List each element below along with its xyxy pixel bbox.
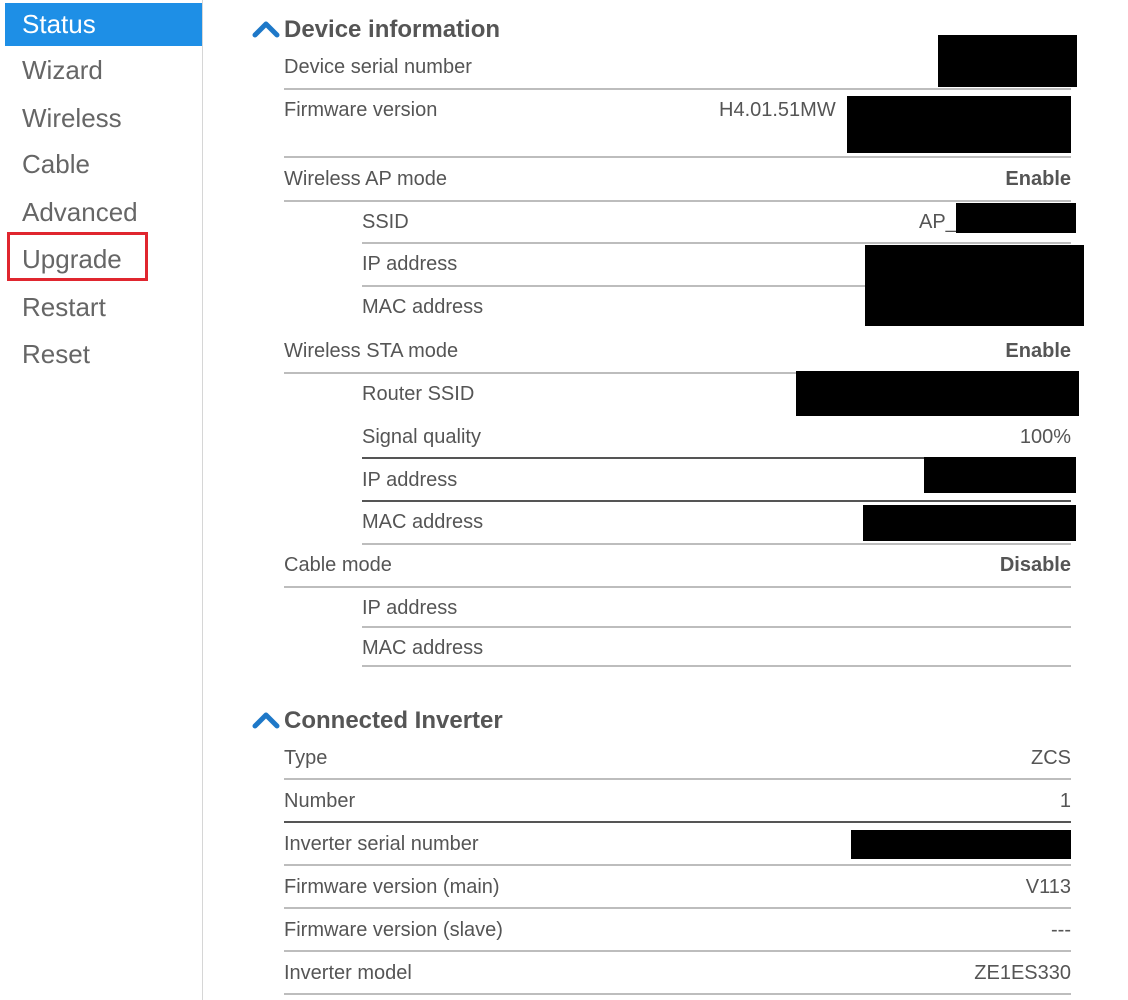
- cable-mac-row: MAC address: [362, 627, 1071, 669]
- divider: [284, 993, 1071, 995]
- sidebar-item-advanced[interactable]: Advanced: [5, 191, 202, 234]
- cable-mode-row: Cable mode Disable: [284, 544, 1071, 586]
- ap-mode-value: Enable: [1005, 168, 1071, 190]
- inverter-type-row: Type ZCS: [284, 737, 1071, 779]
- inverter-number-value: 1: [1059, 790, 1071, 812]
- inverter-number-row: Number 1: [284, 780, 1071, 822]
- device-info-header[interactable]: Device information: [252, 13, 500, 47]
- inverter-fw-main-value: V113: [1025, 876, 1071, 898]
- sidebar-item-reset[interactable]: Reset: [5, 333, 202, 376]
- router-ssid-label: Router SSID: [362, 383, 475, 405]
- ap-ssid-label: SSID: [362, 211, 409, 233]
- cable-ip-label: IP address: [362, 597, 458, 619]
- inverter-fw-main-label: Firmware version (main): [284, 876, 500, 898]
- redacted-router-ssid: [796, 371, 1079, 416]
- sidebar-item-upgrade[interactable]: Upgrade: [5, 238, 202, 281]
- inverter-number-label: Number: [284, 790, 356, 812]
- cable-ip-row: IP address: [362, 587, 1071, 629]
- inverter-fw-slave-row: Firmware version (slave) ---: [284, 909, 1071, 951]
- inverter-model-label: Inverter model: [284, 962, 412, 984]
- redacted-device-serial: [938, 35, 1077, 87]
- firmware-label: Firmware version: [284, 99, 438, 121]
- cable-mode-value: Disable: [999, 554, 1071, 576]
- cable-mode-label: Cable mode: [284, 554, 392, 576]
- redacted-inverter-serial: [851, 830, 1071, 859]
- inverter-type-label: Type: [284, 747, 328, 769]
- chevron-up-icon[interactable]: [252, 704, 280, 738]
- inverter-title: Connected Inverter: [284, 707, 503, 734]
- cable-mac-label: MAC address: [362, 637, 484, 659]
- signal-row: Signal quality 100%: [362, 416, 1071, 458]
- sta-ip-label: IP address: [362, 469, 458, 491]
- ap-mac-label: MAC address: [362, 296, 484, 318]
- inverter-header[interactable]: Connected Inverter: [252, 704, 503, 738]
- sidebar-item-cable[interactable]: Cable: [5, 143, 202, 186]
- redacted-sta-mac: [863, 505, 1076, 541]
- sidebar-item-wireless[interactable]: Wireless: [5, 97, 202, 140]
- sta-mode-label: Wireless STA mode: [284, 340, 459, 362]
- sta-mode-row: Wireless STA mode Enable: [284, 330, 1071, 372]
- sta-mac-label: MAC address: [362, 511, 484, 533]
- inverter-fw-slave-label: Firmware version (slave): [284, 919, 503, 941]
- ap-ssid-value: AP_: [919, 211, 957, 233]
- chevron-up-icon[interactable]: [252, 13, 280, 47]
- redacted-ap-ssid: [956, 203, 1076, 233]
- divider: [362, 665, 1071, 667]
- inverter-model-row: Inverter model ZE1ES330: [284, 952, 1071, 994]
- device-info-title: Device information: [284, 16, 501, 43]
- device-serial-label: Device serial number: [284, 56, 472, 78]
- inverter-model-value: ZE1ES330: [974, 962, 1071, 984]
- redacted-firmware: [847, 96, 1071, 153]
- sidebar-nav: Status Wizard Wireless Cable Advanced Up…: [0, 0, 203, 1000]
- signal-value: 100%: [1019, 426, 1071, 448]
- redacted-sta-ip: [924, 457, 1076, 493]
- sidebar-item-restart[interactable]: Restart: [5, 286, 202, 329]
- sidebar-item-status[interactable]: Status: [5, 3, 202, 46]
- ap-ip-label: IP address: [362, 253, 458, 275]
- inverter-fw-main-row: Firmware version (main) V113: [284, 866, 1071, 908]
- inverter-fw-slave-value: ---: [1051, 919, 1071, 941]
- sta-mode-value: Enable: [1005, 340, 1071, 362]
- signal-label: Signal quality: [362, 426, 481, 448]
- redacted-ap-ip-mac: [865, 245, 1084, 326]
- inverter-type-value: ZCS: [1031, 747, 1071, 769]
- ap-mode-row: Wireless AP mode Enable: [284, 158, 1071, 200]
- sidebar-item-wizard[interactable]: Wizard: [5, 49, 202, 92]
- ap-mode-label: Wireless AP mode: [284, 168, 448, 190]
- firmware-value: H4.01.51MW: [719, 99, 836, 121]
- inverter-serial-label: Inverter serial number: [284, 833, 479, 855]
